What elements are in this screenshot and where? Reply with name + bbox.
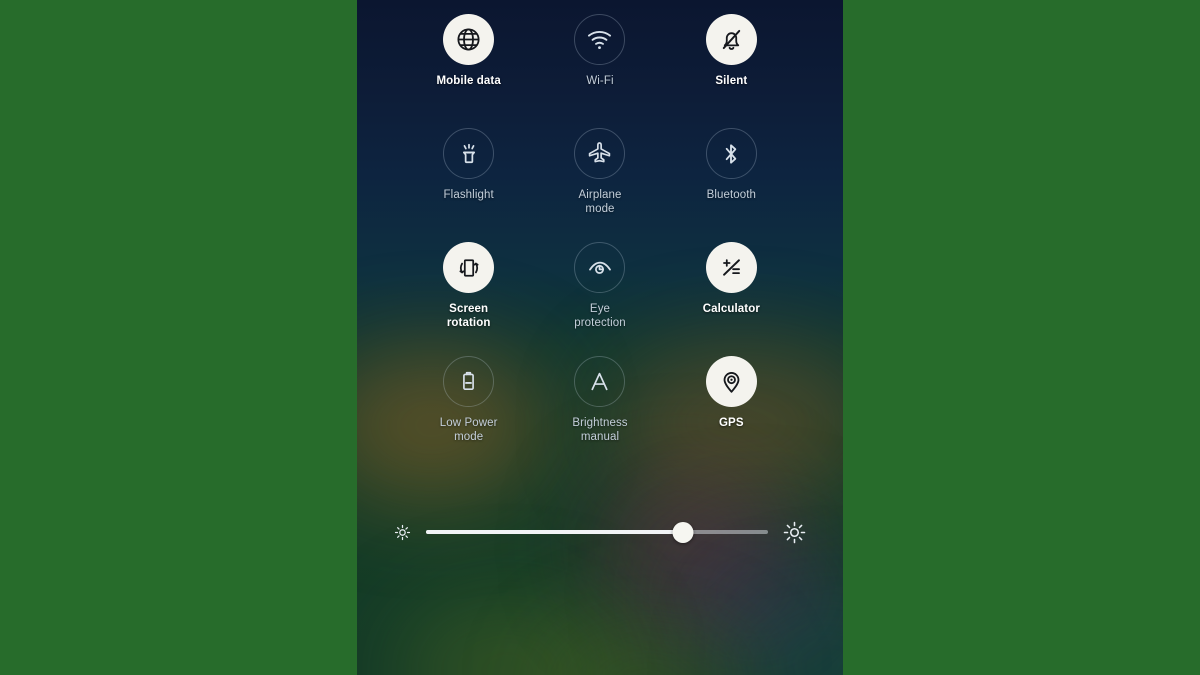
- bell-muted-icon: [705, 14, 757, 65]
- tile-label: Eye protection: [574, 303, 626, 329]
- calculator-icon: [705, 242, 757, 293]
- tile-bluetooth[interactable]: Bluetooth: [666, 128, 797, 242]
- letter-a-icon: [574, 356, 626, 407]
- quick-settings-tile-grid: Mobile data Wi-Fi Silent Flashlight Airp…: [357, 0, 843, 470]
- tile-label: Low Power mode: [439, 417, 498, 443]
- tile-flashlight[interactable]: Flashlight: [403, 128, 534, 242]
- location-pin-icon: [705, 356, 757, 407]
- eye-icon: [574, 242, 626, 293]
- bluetooth-icon: [705, 128, 757, 179]
- tile-label: Mobile data: [436, 75, 501, 87]
- tile-label: Airplane mode: [578, 189, 622, 215]
- battery-low-icon: [443, 356, 495, 407]
- tile-wifi[interactable]: Wi-Fi: [534, 14, 665, 128]
- tile-mobile-data[interactable]: Mobile data: [403, 14, 534, 128]
- tile-label: Brightness manual: [572, 417, 628, 443]
- wallpaper-blur-blob: [397, 600, 617, 675]
- wallpaper-blur-blob: [737, 600, 843, 675]
- screen-rotation-icon: [443, 242, 495, 293]
- brightness-slider[interactable]: [426, 521, 768, 543]
- tile-label: Silent: [715, 75, 748, 87]
- tile-label: Screen rotation: [446, 303, 491, 329]
- tile-label: Flashlight: [443, 189, 494, 201]
- tile-label: GPS: [719, 417, 744, 429]
- flashlight-icon: [443, 128, 495, 179]
- tile-brightness-manual[interactable]: Brightness manual: [534, 356, 665, 470]
- slider-fill: [426, 530, 683, 534]
- tile-silent[interactable]: Silent: [666, 14, 797, 128]
- wallpaper-blur-blob: [547, 630, 747, 675]
- slider-thumb[interactable]: [672, 521, 693, 543]
- brightness-slider-row: [357, 512, 843, 552]
- quick-settings-panel: Mobile data Wi-Fi Silent Flashlight Airp…: [357, 0, 843, 675]
- tile-label: Calculator: [702, 303, 760, 315]
- tile-gps[interactable]: GPS: [666, 356, 797, 470]
- tile-label: Bluetooth: [706, 189, 757, 201]
- brightness-low-icon[interactable]: [393, 523, 412, 542]
- tile-eye-protection[interactable]: Eye protection: [534, 242, 665, 356]
- wifi-icon: [574, 14, 626, 65]
- brightness-high-icon[interactable]: [782, 520, 807, 545]
- globe-icon: [443, 14, 495, 65]
- tile-low-power-mode[interactable]: Low Power mode: [403, 356, 534, 470]
- tile-screen-rotation[interactable]: Screen rotation: [403, 242, 534, 356]
- tile-label: Wi-Fi: [586, 75, 614, 87]
- tile-calculator[interactable]: Calculator: [666, 242, 797, 356]
- airplane-icon: [574, 128, 626, 179]
- tile-airplane-mode[interactable]: Airplane mode: [534, 128, 665, 242]
